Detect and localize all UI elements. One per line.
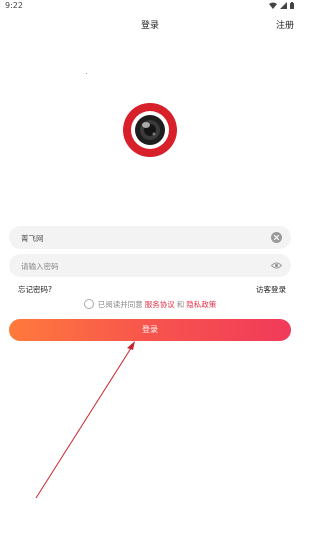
username-field[interactable]: 菁飞网 bbox=[9, 226, 291, 249]
stray-dot bbox=[86, 73, 87, 74]
battery-icon bbox=[290, 2, 294, 9]
signal-icon bbox=[280, 2, 287, 9]
login-button[interactable]: 登录 bbox=[9, 319, 291, 341]
wifi-icon bbox=[269, 2, 277, 9]
username-value: 菁飞网 bbox=[21, 234, 44, 243]
agreement-and: 和 bbox=[176, 299, 185, 309]
password-placeholder: 请输入密码 bbox=[21, 262, 59, 271]
guest-login-link[interactable]: 访客登录 bbox=[256, 284, 286, 295]
eye-icon[interactable] bbox=[271, 260, 282, 271]
status-icons bbox=[269, 2, 294, 9]
agreement-prefix: 已阅读并同意 bbox=[97, 299, 143, 309]
terms-of-service-link[interactable]: 服务协议 bbox=[145, 299, 175, 310]
password-field[interactable]: 请输入密码 bbox=[9, 254, 291, 277]
login-screen: 9:22 登录 注册 菁飞网 请输入密码 忘记密码? 访客登录 已阅读并同意 服… bbox=[0, 0, 300, 533]
status-time: 9:22 bbox=[5, 1, 23, 10]
clear-icon[interactable] bbox=[271, 232, 282, 243]
camera-lens-logo-icon bbox=[123, 103, 177, 157]
title-bar: 登录 注册 bbox=[0, 16, 300, 34]
privacy-policy-link[interactable]: 隐私政策 bbox=[186, 299, 216, 310]
agreement-checkbox[interactable] bbox=[83, 299, 94, 309]
page-title: 登录 bbox=[140, 21, 159, 31]
status-bar: 9:22 bbox=[0, 0, 300, 12]
secondary-links: 忘记密码? 访客登录 bbox=[0, 284, 300, 296]
forgot-password-link[interactable]: 忘记密码? bbox=[18, 284, 52, 295]
agreement-row: 已阅读并同意 服务协议 和 隐私政策 bbox=[0, 297, 300, 311]
register-link[interactable]: 注册 bbox=[276, 18, 294, 31]
